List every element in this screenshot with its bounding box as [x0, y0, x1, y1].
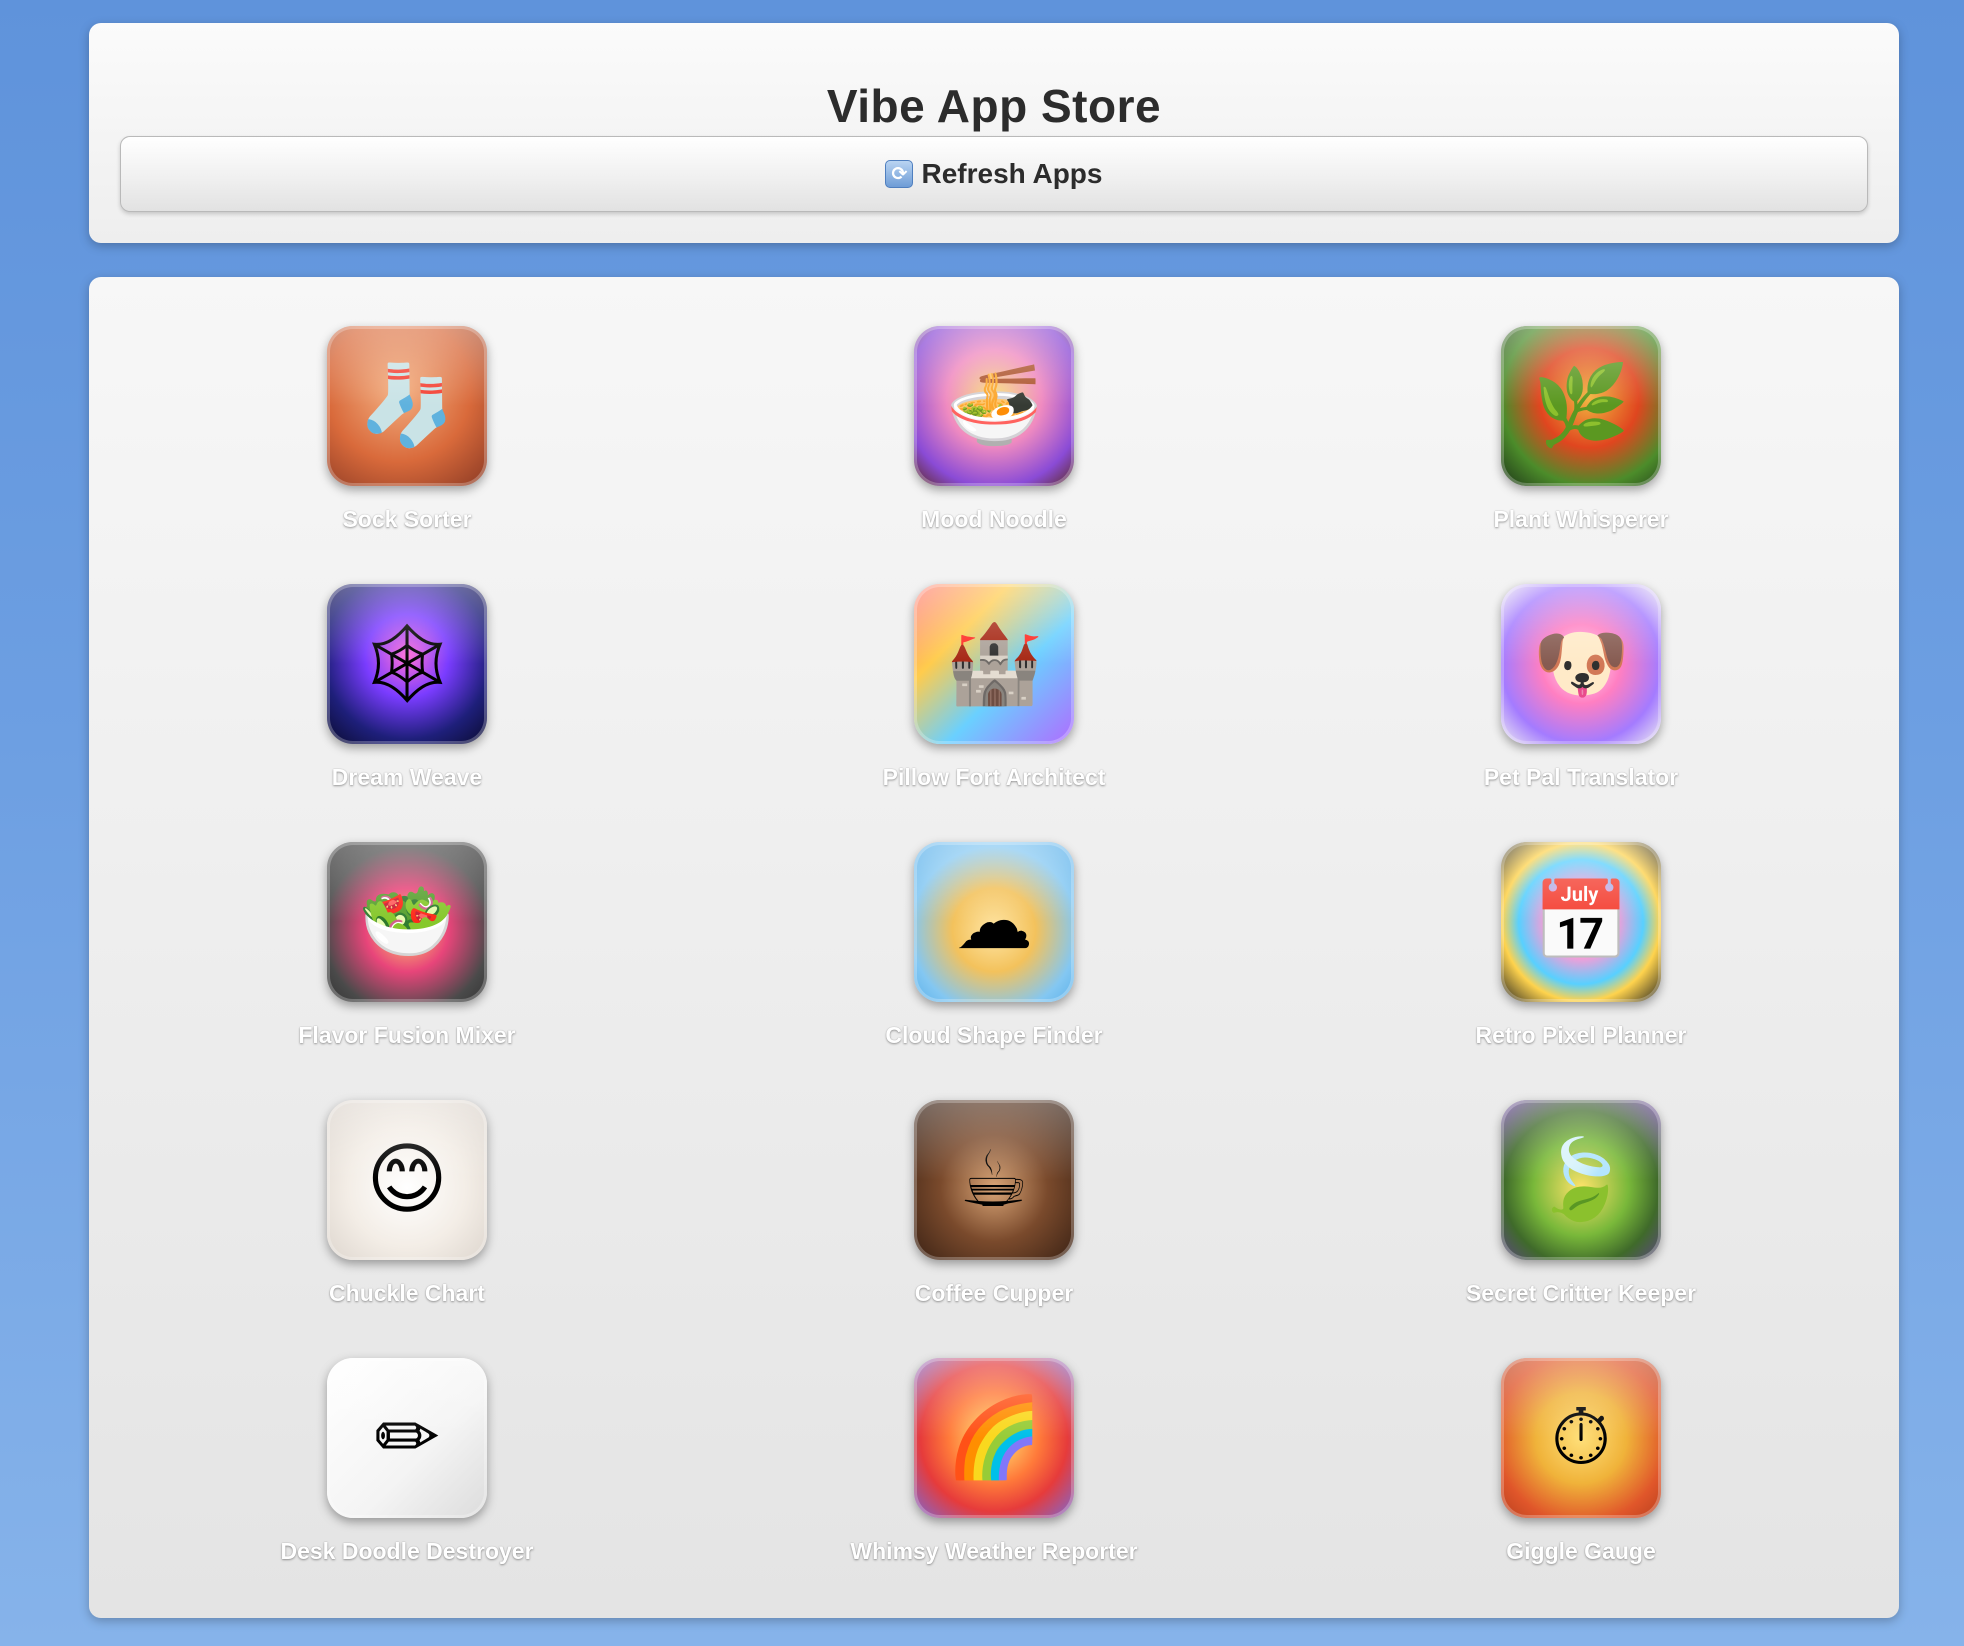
app-tile[interactable]: 🏰 Pillow Fort Architect: [701, 584, 1288, 842]
icon-gloss: [327, 842, 487, 922]
refresh-apps-button[interactable]: ⟳ Refresh Apps: [120, 136, 1868, 212]
app-tile[interactable]: 🌿 Plant Whisperer: [1288, 326, 1875, 584]
app-name-label: Mood Noodle: [921, 506, 1067, 532]
sun-cloud-rainbow-icon[interactable]: 🌈: [914, 1358, 1074, 1518]
app-tile[interactable]: 🌈 Whimsy Weather Reporter: [701, 1358, 1288, 1616]
cloud-face-icon[interactable]: ☁: [914, 842, 1074, 1002]
app-tile[interactable]: 🍜 Mood Noodle: [701, 326, 1288, 584]
app-tile[interactable]: 🧦 Sock Sorter: [114, 326, 701, 584]
leaf-icon[interactable]: 🌿: [1501, 326, 1661, 486]
app-name-label: Whimsy Weather Reporter: [850, 1538, 1138, 1564]
app-tile[interactable]: 🐶 Pet Pal Translator: [1288, 584, 1875, 842]
app-name-label: Pet Pal Translator: [1483, 764, 1679, 790]
salad-bowl-icon[interactable]: 🥗: [327, 842, 487, 1002]
icon-gloss: [1501, 842, 1661, 922]
calendar-icon[interactable]: 📅: [1501, 842, 1661, 1002]
icon-gloss: [1501, 1358, 1661, 1438]
app-name-label: Giggle Gauge: [1506, 1538, 1656, 1564]
app-name-label: Sock Sorter: [342, 506, 472, 532]
icon-gloss: [914, 584, 1074, 664]
fern-leaf-icon[interactable]: 🍃: [1501, 1100, 1661, 1260]
apps-panel: 🧦 Sock Sorter 🍜 Mood Noodle 🌿 Plant Whisperer…: [89, 277, 1899, 1618]
app-tile[interactable]: ✏ Desk Doodle Destroyer: [114, 1358, 701, 1616]
app-name-label: Pillow Fort Architect: [882, 764, 1106, 790]
pets-speech-icon[interactable]: 🐶: [1501, 584, 1661, 744]
app-tile[interactable]: 🍃 Secret Critter Keeper: [1288, 1100, 1875, 1358]
pillow-fort-icon[interactable]: 🏰: [914, 584, 1074, 744]
icon-gloss: [327, 326, 487, 406]
app-tile[interactable]: 😊 Chuckle Chart: [114, 1100, 701, 1358]
icon-gloss: [914, 842, 1074, 922]
noodle-face-icon[interactable]: 🍜: [914, 326, 1074, 486]
app-tile[interactable]: 🕸 Dream Weave: [114, 584, 701, 842]
gauge-icon[interactable]: ⏱: [1501, 1358, 1661, 1518]
icon-gloss: [1501, 1100, 1661, 1180]
app-name-label: Coffee Cupper: [914, 1280, 1074, 1306]
icon-gloss: [1501, 584, 1661, 664]
app-tile[interactable]: ☁ Cloud Shape Finder: [701, 842, 1288, 1100]
pencil-icon[interactable]: ✏: [327, 1358, 487, 1518]
app-name-label: Secret Critter Keeper: [1465, 1280, 1697, 1306]
icon-gloss: [914, 326, 1074, 406]
page-title: Vibe App Store: [826, 80, 1162, 132]
app-tile[interactable]: ⏱ Giggle Gauge: [1288, 1358, 1875, 1616]
app-tile[interactable]: 🥗 Flavor Fusion Mixer: [114, 842, 701, 1100]
smiley-icon[interactable]: 😊: [327, 1100, 487, 1260]
refresh-apps-label: Refresh Apps: [921, 158, 1103, 189]
icon-gloss: [327, 1358, 487, 1438]
sock-basket-icon[interactable]: 🧦: [327, 326, 487, 486]
app-name-label: Chuckle Chart: [329, 1280, 485, 1306]
icon-gloss: [914, 1358, 1074, 1438]
header-panel: Vibe App Store ⟳ Refresh Apps: [89, 23, 1899, 243]
app-name-label: Cloud Shape Finder: [885, 1022, 1103, 1048]
app-name-label: Plant Whisperer: [1493, 506, 1669, 532]
refresh-icon: ⟳: [885, 160, 914, 188]
icon-gloss: [914, 1100, 1074, 1180]
icon-gloss: [327, 584, 487, 664]
app-name-label: Desk Doodle Destroyer: [280, 1538, 534, 1564]
dreamcatcher-icon[interactable]: 🕸: [327, 584, 487, 744]
app-grid: 🧦 Sock Sorter 🍜 Mood Noodle 🌿 Plant Whisperer…: [89, 326, 1899, 1616]
app-tile[interactable]: 📅 Retro Pixel Planner: [1288, 842, 1875, 1100]
app-tile[interactable]: ☕ Coffee Cupper: [701, 1100, 1288, 1358]
icon-gloss: [327, 1100, 487, 1180]
icon-gloss: [1501, 326, 1661, 406]
coffee-cup-icon[interactable]: ☕: [914, 1100, 1074, 1260]
app-name-label: Retro Pixel Planner: [1475, 1022, 1687, 1048]
app-name-label: Dream Weave: [331, 764, 483, 790]
app-name-label: Flavor Fusion Mixer: [298, 1022, 516, 1048]
